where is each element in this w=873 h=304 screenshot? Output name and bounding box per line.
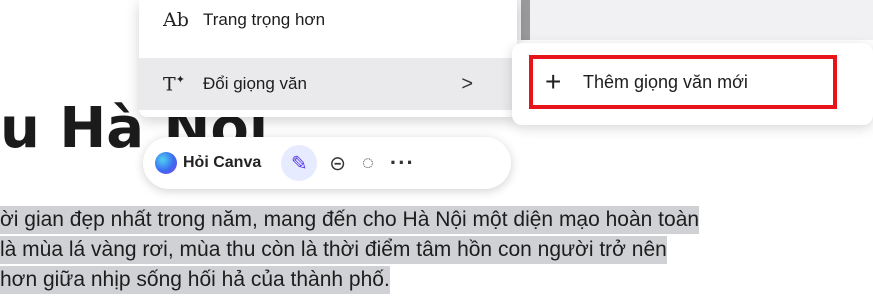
menu-item-change-voice[interactable]: T✦ Đổi giọng văn > bbox=[139, 58, 517, 110]
text-style-icon: Ab bbox=[163, 9, 189, 31]
voice-submenu: + Thêm giọng văn mới bbox=[512, 43, 873, 125]
document-paragraph[interactable]: ời gian đẹp nhất trong năm, mang đến cho… bbox=[0, 205, 873, 295]
change-voice-icon: T✦ bbox=[163, 72, 185, 96]
chevron-right-icon: > bbox=[461, 72, 473, 95]
menu-item-label: Đổi giọng văn bbox=[203, 74, 307, 93]
magic-write-icon[interactable]: ✎ bbox=[281, 145, 318, 181]
add-new-voice-button[interactable]: + Thêm giọng văn mới bbox=[529, 55, 837, 109]
scrollbar-thumb[interactable] bbox=[521, 0, 530, 40]
comment-add-icon[interactable]: ◌ bbox=[362, 152, 374, 175]
plus-icon: + bbox=[545, 66, 562, 97]
menu-item-label: Trang trọng hơn bbox=[203, 10, 326, 29]
link-icon[interactable]: ⊝ bbox=[329, 151, 346, 176]
paragraph-line: là mùa lá vàng rơi, mùa thu còn là thời … bbox=[0, 235, 873, 265]
rewrite-menu: Ab Trang trọng hơn T✦ Đổi giọng văn > bbox=[139, 0, 517, 117]
ask-canva-button[interactable]: Hỏi Canva bbox=[183, 154, 261, 172]
canva-logo-icon bbox=[155, 152, 177, 174]
panel-background bbox=[517, 0, 873, 40]
menu-item-more-formal[interactable]: Ab Trang trọng hơn bbox=[139, 0, 517, 46]
floating-toolbar: Hỏi Canva ✎ ⊝ ◌ ··· bbox=[143, 137, 511, 189]
more-icon[interactable]: ··· bbox=[390, 150, 415, 176]
add-new-voice-label: Thêm giọng văn mới bbox=[583, 71, 748, 92]
paragraph-line: hơn giữa nhịp sống hối hả của thành phố. bbox=[0, 265, 873, 295]
paragraph-line: ời gian đẹp nhất trong năm, mang đến cho… bbox=[0, 205, 873, 235]
